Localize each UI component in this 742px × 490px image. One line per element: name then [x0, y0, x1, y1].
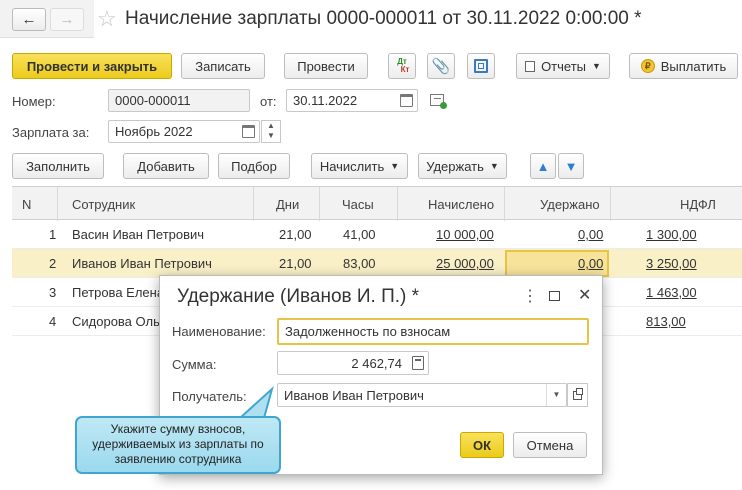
hint-line: заявлению сотрудника	[114, 452, 242, 466]
hint-line: удерживаемых из зарплаты по	[92, 437, 264, 451]
hint-line: Укажите сумму взносов,	[110, 422, 246, 436]
hint-callout: Укажите сумму взносов, удерживаемых из з…	[75, 416, 281, 474]
